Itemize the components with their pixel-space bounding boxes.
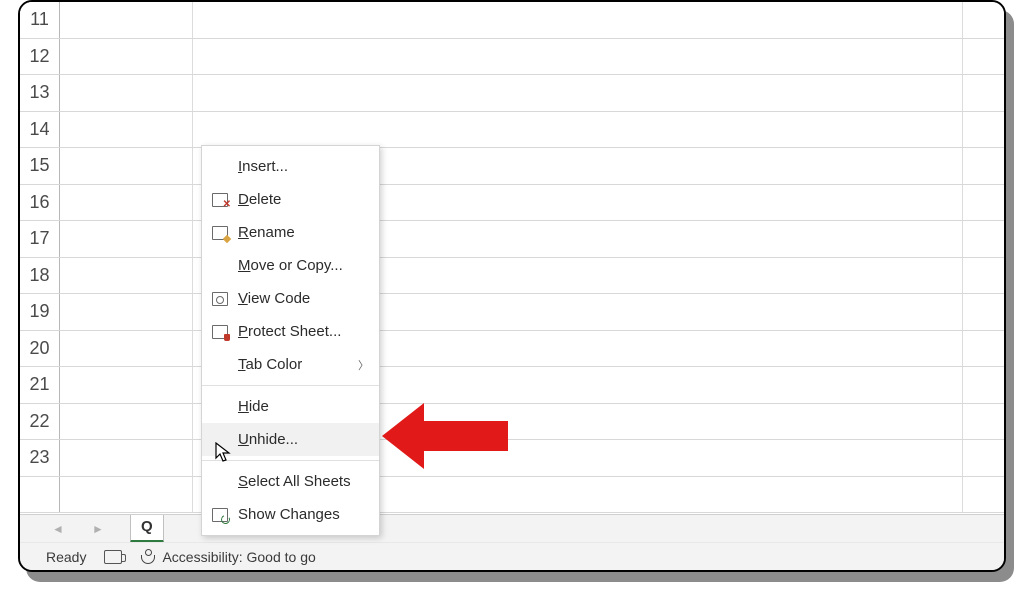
row-header[interactable]: 16 (20, 185, 60, 221)
sheet-tab-strip: ◄ ► Q (20, 514, 1004, 542)
sheet-context-menu: Insert... Delete Rename Move or Copy... … (201, 145, 380, 536)
annotation-arrow-icon (382, 399, 508, 473)
spreadsheet-grid[interactable]: 11 12 13 14 15 16 17 18 19 20 21 22 23 (20, 2, 1004, 498)
menu-separator (202, 385, 379, 386)
menu-select-all-sheets[interactable]: Select All Sheets (202, 465, 379, 498)
status-bar: Ready Accessibility: Good to go (20, 542, 1004, 570)
row-header[interactable]: 11 (20, 2, 60, 38)
row-header[interactable]: 21 (20, 367, 60, 403)
row-header[interactable]: 17 (20, 221, 60, 257)
status-ready: Ready (46, 549, 86, 565)
row-header[interactable]: 13 (20, 75, 60, 111)
menu-delete[interactable]: Delete (202, 183, 379, 216)
sheet-tab[interactable]: Q (130, 515, 164, 543)
menu-move-copy[interactable]: Move or Copy... (202, 249, 379, 282)
menu-show-changes[interactable]: Show Changes (202, 498, 379, 531)
row-header[interactable]: 14 (20, 112, 60, 148)
menu-rename[interactable]: Rename (202, 216, 379, 249)
row-header[interactable]: 12 (20, 39, 60, 75)
accessibility-status[interactable]: Accessibility: Good to go (140, 549, 315, 565)
row-header[interactable]: 15 (20, 148, 60, 184)
rename-icon (210, 224, 230, 242)
row-header[interactable]: 22 (20, 404, 60, 440)
accessibility-label: Accessibility: Good to go (162, 549, 315, 565)
menu-hide[interactable]: Hide (202, 390, 379, 423)
row-header[interactable]: 20 (20, 331, 60, 367)
row-header[interactable] (20, 477, 60, 513)
row-header[interactable]: 18 (20, 258, 60, 294)
protect-sheet-icon (210, 323, 230, 341)
row-header[interactable]: 19 (20, 294, 60, 330)
menu-tab-color[interactable]: Tab Color〉 (202, 348, 379, 381)
prev-sheet-button[interactable]: ◄ (50, 521, 66, 537)
view-code-icon (210, 290, 230, 308)
next-sheet-button[interactable]: ► (90, 521, 106, 537)
show-changes-icon (210, 506, 230, 524)
menu-view-code[interactable]: View Code (202, 282, 379, 315)
chevron-right-icon: 〉 (358, 357, 369, 373)
cursor-icon (215, 442, 233, 464)
row-header[interactable]: 23 (20, 440, 60, 476)
delete-icon (210, 191, 230, 209)
menu-protect-sheet[interactable]: Protect Sheet... (202, 315, 379, 348)
macro-record-icon[interactable] (104, 550, 122, 564)
menu-insert[interactable]: Insert... (202, 150, 379, 183)
